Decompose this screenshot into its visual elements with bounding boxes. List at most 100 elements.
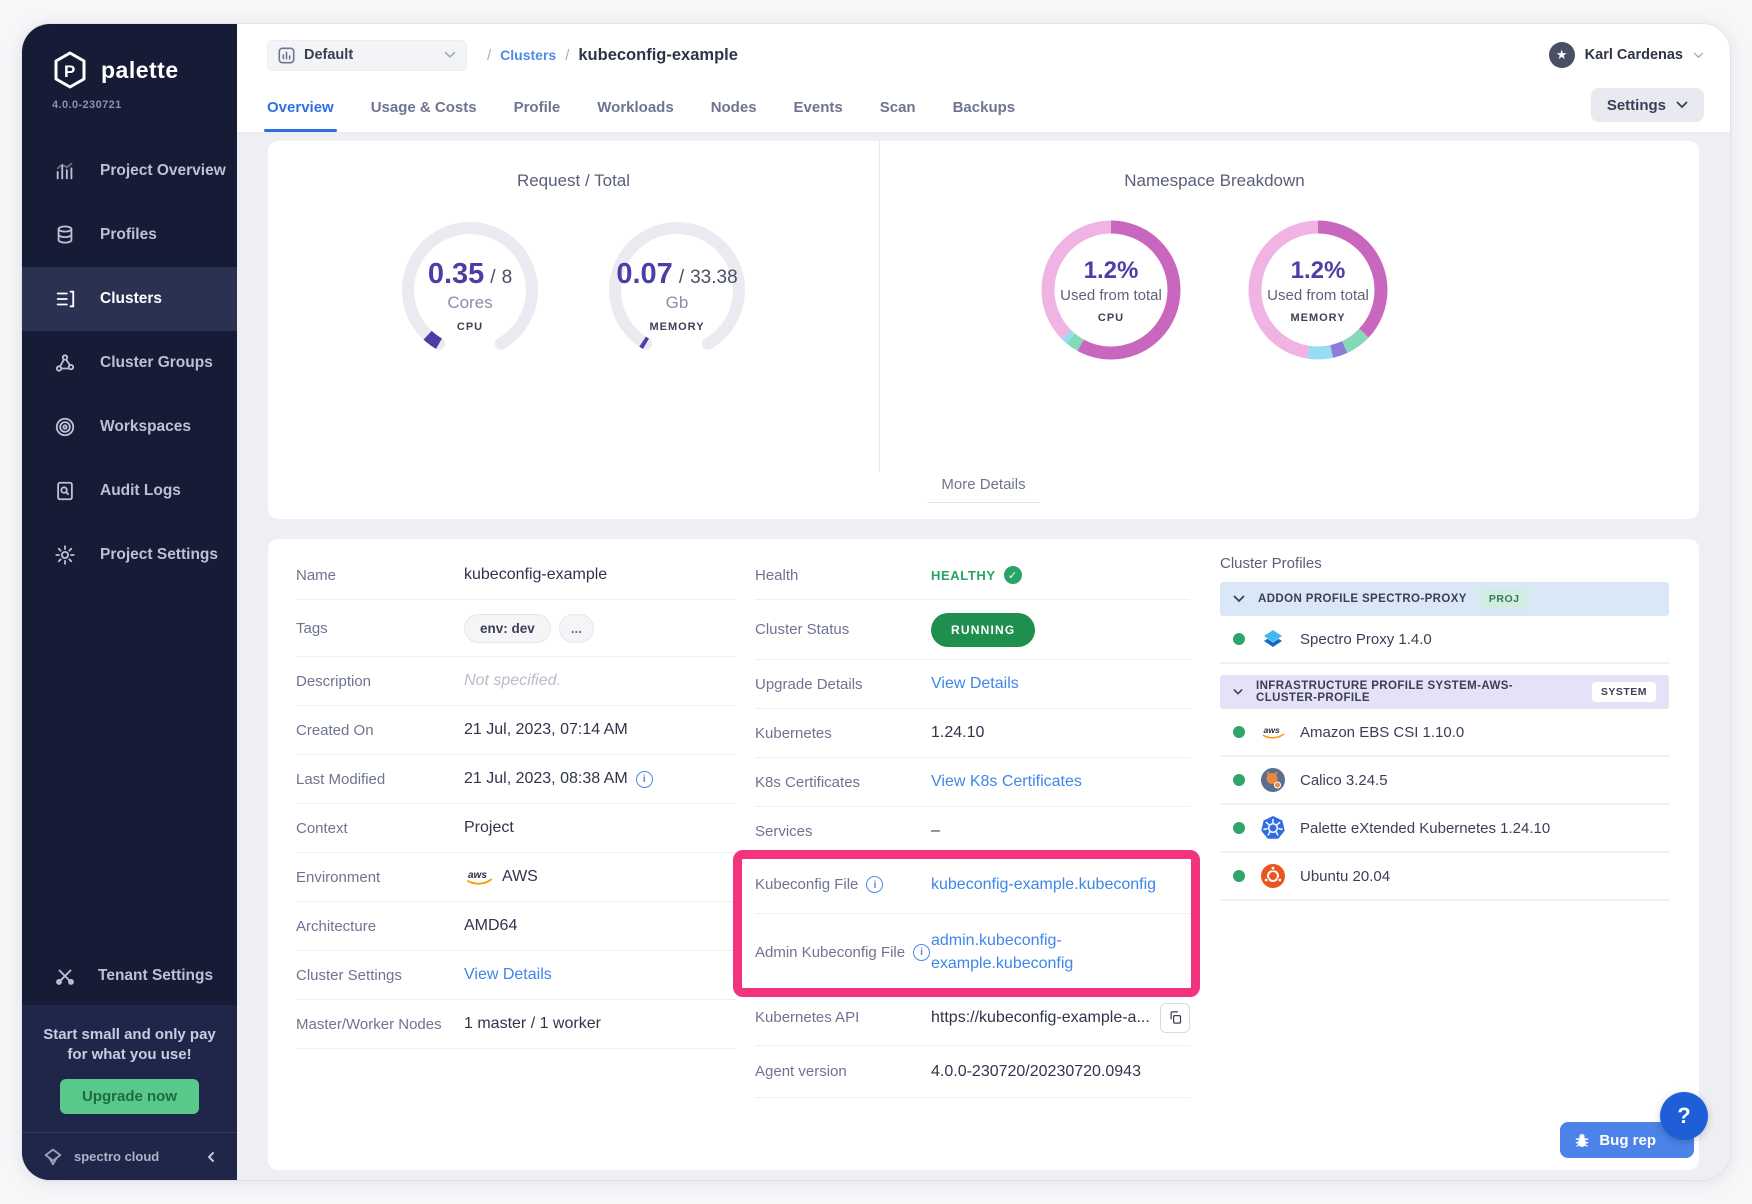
tab-backups[interactable]: Backups xyxy=(953,99,1016,132)
tab-overview[interactable]: Overview xyxy=(267,99,334,132)
sidebar-item-project-settings[interactable]: Project Settings xyxy=(22,523,237,587)
last-modified-value: 21 Jul, 2023, 08:38 AM xyxy=(464,770,628,788)
gear-icon xyxy=(54,544,76,566)
detail-label: Upgrade Details xyxy=(755,676,931,693)
services-value: – xyxy=(931,822,940,840)
profile-group-header-infrastructure[interactable]: INFRASTRUCTURE PROFILE SYSTEM-AWS-CLUSTE… xyxy=(1220,675,1669,709)
detail-label: Cluster Settings xyxy=(296,967,464,984)
svg-text:aws: aws xyxy=(468,870,487,881)
chevron-down-icon xyxy=(1233,688,1243,696)
project-selector-value: Default xyxy=(304,47,435,63)
copy-button[interactable] xyxy=(1160,1003,1190,1033)
network-icon xyxy=(54,352,76,374)
admin-kubeconfig-file-link[interactable]: admin.kubeconfig-example.kubeconfig xyxy=(931,929,1091,975)
info-icon[interactable]: i xyxy=(866,876,883,893)
sidebar-item-label: Clusters xyxy=(100,290,162,308)
breadcrumb-clusters-link[interactable]: Clusters xyxy=(500,47,556,63)
memory-gauge-label: MEMORY xyxy=(649,321,704,333)
kubernetes-version-value: 1.24.10 xyxy=(931,724,984,742)
kubeconfig-file-link[interactable]: kubeconfig-example.kubeconfig xyxy=(931,876,1156,894)
tab-scan[interactable]: Scan xyxy=(880,99,916,132)
breadcrumb-row: Default / Clusters / kubeconfig-example … xyxy=(237,24,1730,74)
tab-workloads[interactable]: Workloads xyxy=(597,99,673,132)
sidebar-item-clusters[interactable]: Clusters xyxy=(22,267,237,331)
detail-label: K8s Certificates xyxy=(755,774,931,791)
tag-pill: env: dev xyxy=(464,614,551,643)
architecture-value: AMD64 xyxy=(464,917,517,935)
tenant-settings-label: Tenant Settings xyxy=(98,967,213,985)
calico-icon xyxy=(1260,767,1286,793)
tab-nodes[interactable]: Nodes xyxy=(711,99,757,132)
cpu-used-caption: Used from total xyxy=(1060,287,1162,304)
cluster-name-value: kubeconfig-example xyxy=(464,566,607,584)
more-details-button[interactable]: More Details xyxy=(927,476,1039,503)
breadcrumb: / Clusters / kubeconfig-example xyxy=(487,46,738,65)
pack-status-dot xyxy=(1233,633,1245,645)
pack-status-dot xyxy=(1233,822,1245,834)
sidebar-item-audit-logs[interactable]: Audit Logs xyxy=(22,459,237,523)
spectro-cloud-logo-icon xyxy=(42,1146,64,1168)
cluster-details-card: Name kubeconfig-example Tags env: dev ..… xyxy=(268,539,1699,1170)
detail-row-kubernetes-api: Kubernetes API https://kubeconfig-exampl… xyxy=(755,990,1190,1046)
sidebar: P palette 4.0.0-230721 Project Overview … xyxy=(22,24,237,1180)
detail-row-agent-version: Agent version 4.0.0-230720/20230720.0943 xyxy=(755,1046,1190,1098)
bar-chart-icon xyxy=(54,160,76,182)
memory-used-caption: Used from total xyxy=(1267,287,1369,304)
profile-group-name: ADDON PROFILE SPECTRO-PROXY xyxy=(1258,593,1467,605)
memory-donut-label: MEMORY xyxy=(1290,312,1345,324)
tab-usage-costs[interactable]: Usage & Costs xyxy=(371,99,477,132)
content: Request / Total 0.35 / xyxy=(237,132,1730,1180)
detail-label: Architecture xyxy=(296,918,464,935)
info-icon[interactable]: i xyxy=(913,944,930,961)
brand-logo: P palette xyxy=(22,24,237,90)
profile-group-header-addon[interactable]: ADDON PROFILE SPECTRO-PROXY PROJ xyxy=(1220,582,1669,616)
help-button[interactable]: ? xyxy=(1660,1092,1708,1140)
profile-scope-badge: SYSTEM xyxy=(1592,682,1656,702)
sidebar-item-workspaces[interactable]: Workspaces xyxy=(22,395,237,459)
project-scope-icon xyxy=(278,47,295,64)
tags-overflow-pill[interactable]: ... xyxy=(559,614,594,643)
pack-row-spectro-proxy[interactable]: Spectro Proxy 1.4.0 xyxy=(1220,616,1669,664)
info-icon[interactable]: i xyxy=(636,771,653,788)
kubeconfig-highlight-group: Kubeconfig File i kubeconfig-example.kub… xyxy=(755,856,1190,990)
tab-profile[interactable]: Profile xyxy=(514,99,561,132)
cluster-settings-link[interactable]: View Details xyxy=(464,966,552,984)
upgrade-details-link[interactable]: View Details xyxy=(931,675,1019,693)
sidebar-item-project-overview[interactable]: Project Overview xyxy=(22,139,237,203)
pack-row-ubuntu[interactable]: Ubuntu 20.04 xyxy=(1220,853,1669,901)
sidebar-item-profiles[interactable]: Profiles xyxy=(22,203,237,267)
detail-row-tags: Tags env: dev ... xyxy=(296,600,736,657)
chevron-down-icon xyxy=(1233,595,1245,603)
pack-row-palette-extended-kubernetes[interactable]: Palette eXtended Kubernetes 1.24.10 xyxy=(1220,805,1669,853)
detail-label: Context xyxy=(296,820,464,837)
detail-label: Cluster Status xyxy=(755,621,931,638)
ubuntu-icon xyxy=(1260,863,1286,889)
pack-row-amazon-ebs-csi[interactable]: aws Amazon EBS CSI 1.10.0 xyxy=(1220,709,1669,757)
settings-button[interactable]: Settings xyxy=(1591,88,1704,122)
request-total-section: Request / Total 0.35 / xyxy=(268,141,880,472)
pack-row-calico[interactable]: Calico 3.24.5 xyxy=(1220,757,1669,805)
breadcrumb-separator: / xyxy=(565,47,569,64)
memory-used-percent: 1.2% xyxy=(1291,257,1346,285)
tab-events[interactable]: Events xyxy=(794,99,843,132)
view-k8s-certificates-link[interactable]: View K8s Certificates xyxy=(931,773,1082,791)
sidebar-item-cluster-groups[interactable]: Cluster Groups xyxy=(22,331,237,395)
detail-row-last-modified: Last Modified 21 Jul, 2023, 08:38 AM i xyxy=(296,755,736,804)
sidebar-item-label: Project Overview xyxy=(100,162,226,180)
profile-group-name: INFRASTRUCTURE PROFILE SYSTEM-AWS-CLUSTE… xyxy=(1256,680,1565,704)
chevron-down-icon xyxy=(1693,52,1704,59)
collapse-sidebar-icon[interactable] xyxy=(205,1151,217,1163)
kubernetes-icon xyxy=(1260,815,1286,841)
project-selector[interactable]: Default xyxy=(267,40,467,71)
profile-scope-badge: PROJ xyxy=(1480,589,1529,609)
spectro-proxy-icon xyxy=(1260,626,1286,652)
layers-icon xyxy=(54,224,76,246)
namespace-breakdown-title: Namespace Breakdown xyxy=(1124,171,1304,191)
detail-row-architecture: Architecture AMD64 xyxy=(296,902,736,951)
pack-status-dot xyxy=(1233,726,1245,738)
user-menu[interactable]: ★ Karl Cardenas xyxy=(1549,42,1704,68)
upgrade-now-button[interactable]: Upgrade now xyxy=(60,1079,199,1114)
sidebar-item-tenant-settings[interactable]: Tenant Settings xyxy=(22,947,237,1005)
namespace-breakdown-section: Namespace Breakdown 1.2% Used from total… xyxy=(880,141,1699,472)
details-column-left: Name kubeconfig-example Tags env: dev ..… xyxy=(296,551,736,1170)
